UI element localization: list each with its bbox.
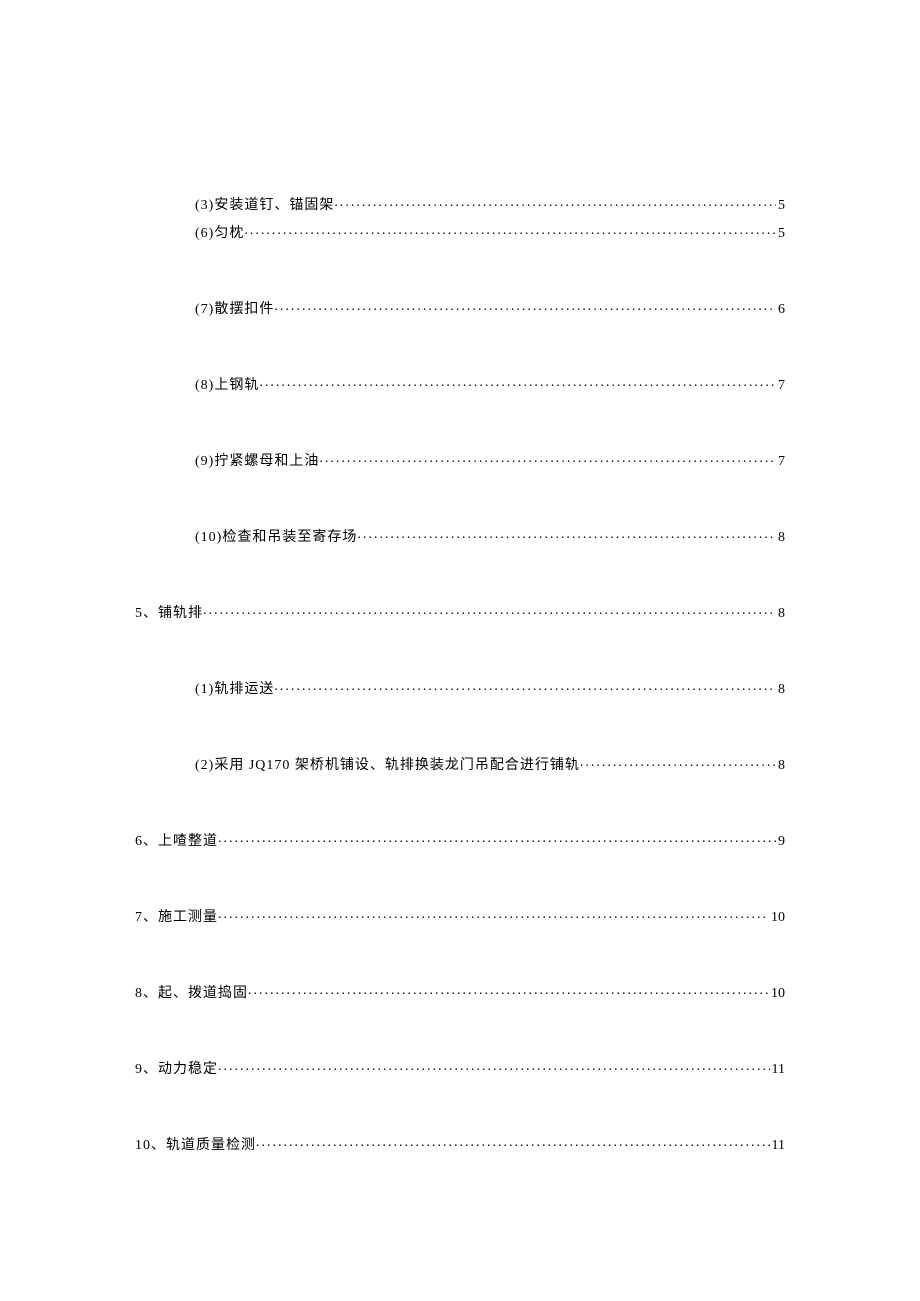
- toc-entry: (6)匀枕 5: [135, 222, 785, 242]
- toc-leader-dots: [274, 299, 776, 313]
- toc-leader-dots: [256, 1135, 770, 1149]
- toc-leader-dots: [357, 527, 776, 541]
- toc-entry: 5、铺轨排 8: [135, 602, 785, 622]
- toc-label: (8)上钢轨: [195, 374, 259, 394]
- toc-leader-dots: [218, 1059, 770, 1073]
- toc-leader-dots: [218, 907, 769, 921]
- toc-label: 9、动力稳定: [135, 1058, 218, 1078]
- toc-entry: 8、起、拨道捣固 10: [135, 982, 785, 1002]
- toc-entry: 7、施工测量 10: [135, 906, 785, 926]
- toc-leader-dots: [274, 679, 776, 693]
- toc-container: (3)安装道钉、锚固架5(6)匀枕5(7)散摆扣件6(8)上钢轨7(9)拧紧螺母…: [135, 194, 785, 1154]
- toc-page-number: 7: [776, 378, 785, 394]
- document-page: (3)安装道钉、锚固架5(6)匀枕5(7)散摆扣件6(8)上钢轨7(9)拧紧螺母…: [0, 0, 920, 1301]
- toc-label: (10)检查和吊装至寄存场: [195, 526, 357, 546]
- toc-page-number: 8: [776, 682, 785, 698]
- toc-leader-dots: [334, 195, 776, 209]
- toc-label: (9)拧紧螺母和上油: [195, 450, 319, 470]
- toc-page-number: 11: [770, 1138, 785, 1154]
- toc-label: (1)轨排运送: [195, 678, 274, 698]
- toc-entry: (8)上钢轨 7: [135, 374, 785, 394]
- toc-page-number: 9: [776, 834, 785, 850]
- toc-page-number: 5: [776, 198, 785, 214]
- toc-page-number: 11: [770, 1062, 785, 1078]
- toc-label: (6)匀枕: [195, 222, 244, 242]
- toc-leader-dots: [218, 831, 776, 845]
- toc-leader-dots: [244, 223, 776, 237]
- toc-page-number: 5: [776, 226, 785, 242]
- toc-entry: (9)拧紧螺母和上油 7: [135, 450, 785, 470]
- toc-page-number: 8: [776, 530, 785, 546]
- toc-label: 6、上喳整道: [135, 830, 218, 850]
- toc-label: (2)采用 JQ170 架桥机铺设、轨排换装龙门吊配合进行铺轨: [195, 754, 580, 774]
- toc-page-number: 10: [769, 986, 785, 1002]
- toc-label: (3)安装道钉、锚固架: [195, 194, 334, 214]
- toc-label: 5、铺轨排: [135, 602, 203, 622]
- toc-page-number: 8: [776, 758, 785, 774]
- toc-entry: (3)安装道钉、锚固架 5: [135, 194, 785, 214]
- toc-leader-dots: [319, 451, 776, 465]
- toc-entry: (1)轨排运送 8: [135, 678, 785, 698]
- toc-page-number: 6: [776, 302, 785, 318]
- toc-page-number: 7: [776, 454, 785, 470]
- toc-leader-dots: [203, 603, 776, 617]
- toc-leader-dots: [580, 755, 776, 769]
- toc-entry: 6、上喳整道 9: [135, 830, 785, 850]
- toc-page-number: 10: [769, 910, 785, 926]
- toc-label: 8、起、拨道捣固: [135, 982, 248, 1002]
- toc-page-number: 8: [776, 606, 785, 622]
- toc-label: 7、施工测量: [135, 906, 218, 926]
- toc-leader-dots: [259, 375, 776, 389]
- toc-leader-dots: [248, 983, 769, 997]
- toc-label: (7)散摆扣件: [195, 298, 274, 318]
- toc-entry: (7)散摆扣件 6: [135, 298, 785, 318]
- toc-entry: (2)采用 JQ170 架桥机铺设、轨排换装龙门吊配合进行铺轨 8: [135, 754, 785, 774]
- toc-label: 10、轨道质量检测: [135, 1134, 256, 1154]
- toc-entry: 10、轨道质量检测 11: [135, 1134, 785, 1154]
- toc-entry: (10)检查和吊装至寄存场 8: [135, 526, 785, 546]
- toc-entry: 9、动力稳定 11: [135, 1058, 785, 1078]
